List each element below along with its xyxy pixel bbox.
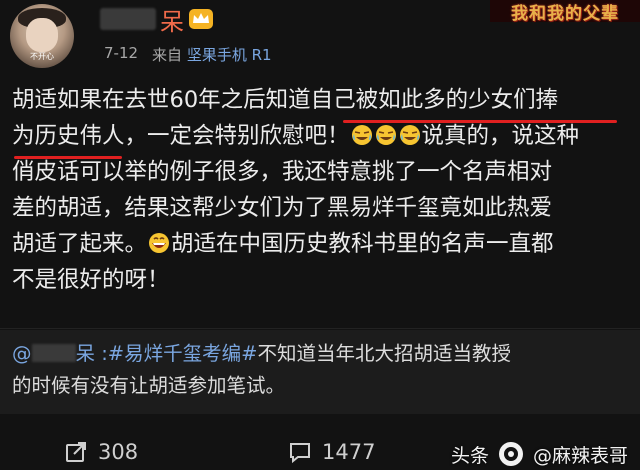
laugh-cry-emoji <box>351 125 372 145</box>
red-underline <box>343 120 617 123</box>
comment-button[interactable]: 1477 <box>288 440 375 464</box>
watermark-name: @麻辣表哥 <box>532 444 628 467</box>
post-line: 胡适如果在去世60年之后知道自己被如此多的少女们捧 <box>12 87 559 113</box>
red-underline <box>14 156 122 159</box>
post-line: 差的胡适，结果这帮少女们为了黑易烊千玺竟如此热爱 <box>12 195 553 221</box>
post-date: 7-12 <box>104 44 139 62</box>
username[interactable]: 呆 <box>100 2 214 36</box>
divider <box>0 328 640 329</box>
post-line: 不是很好的呀！ <box>12 267 170 293</box>
mention-suffix: 呆 <box>75 342 96 365</box>
watermark: 头条 @麻辣表哥 <box>451 440 628 468</box>
avatar[interactable]: 不开心 <box>10 4 74 68</box>
mention-separator: : <box>95 342 108 365</box>
post-text: 胡适了起来。 <box>12 231 148 257</box>
grin-emoji <box>149 233 170 253</box>
banner-text: 我和我的父辈 <box>511 3 619 24</box>
hashtag-link[interactable]: #易烊千玺考编# <box>108 342 258 365</box>
post-line: 俏皮话可以举的例子很多，我还特意挑了一个名声相对 <box>12 159 553 185</box>
toutiao-logo-icon <box>498 442 523 466</box>
share-button[interactable]: 308 <box>64 440 138 464</box>
repost-text: @ 呆 :#易烊千玺考编#不知道当年北大招胡适当教授 的时候有没有让胡适参加笔试。 <box>12 338 630 402</box>
repost-line: 的时候有没有让胡适参加笔试。 <box>12 374 286 397</box>
laugh-cry-emoji <box>375 125 396 145</box>
avatar-caption: 不开心 <box>30 52 54 61</box>
username-text: 呆 <box>160 7 184 36</box>
comment-icon <box>290 443 310 464</box>
repost-text-rest: 不知道当年北大招胡适当教授 <box>257 342 511 365</box>
post-line: 胡适了起来。 胡适在中国历史教科书里的名声一直都 <box>12 226 630 262</box>
share-count: 308 <box>98 440 139 464</box>
post-body: 胡适如果在去世60年之后知道自己被如此多的少女们捧 为历史伟人，一定会特别欣慰吧… <box>12 82 630 298</box>
movie-banner: 我和我的父辈 <box>490 0 640 24</box>
post-text: 说真的，说这种 <box>421 123 580 149</box>
post-text: 为历史伟人，一定会特别欣慰吧！ <box>12 123 350 149</box>
post-line: 为历史伟人，一定会特别欣慰吧！ 说真的，说这种 <box>12 118 630 154</box>
username-mosaic <box>100 8 156 30</box>
post-meta: 7-12 来自 坚果手机 R1 <box>104 44 272 65</box>
avatar-face <box>26 18 58 52</box>
share-icon <box>66 442 86 462</box>
laugh-cry-emoji <box>399 125 420 145</box>
mention-link[interactable]: @ 呆 <box>12 342 95 365</box>
crown-icon <box>189 9 213 29</box>
post-text: 胡适在中国历史教科书里的名声一直都 <box>171 231 554 257</box>
post-source: 来自 坚果手机 R1 <box>152 44 272 65</box>
watermark-prefix: 头条 <box>450 444 489 467</box>
mention-prefix: @ <box>12 342 32 365</box>
comment-count: 1477 <box>322 440 376 464</box>
repost-line: @ 呆 :#易烊千玺考编#不知道当年北大招胡适当教授 <box>12 338 630 370</box>
source-prefix: 来自 <box>152 46 183 64</box>
device-link[interactable]: 坚果手机 R1 <box>187 46 272 64</box>
mention-mosaic <box>31 344 76 362</box>
